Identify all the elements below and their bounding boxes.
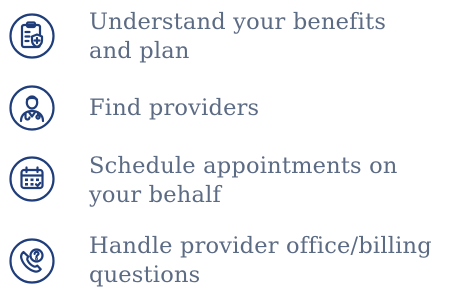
label-line-1: Handle provider office/billing [89,233,432,259]
calendar-icon [8,155,56,203]
label-line-1: Find providers [89,95,260,121]
list-item-label: Handle provider office/billing questions [89,232,449,290]
list-item-label: Understand your benefits and plan [89,8,449,66]
label-line-2: questions [89,262,201,288]
list-item-billing: Handle provider office/billing questions [0,227,449,298]
list-item-providers: Find providers [0,83,449,133]
list-item-schedule: Schedule appointments on your behalf [0,145,449,215]
doctor-icon [8,84,56,132]
label-line-2: your behalf [89,182,222,208]
label-line-1: Schedule appointments on [89,153,398,179]
list-item-benefits: Understand your benefits and plan [0,2,449,72]
label-line-1: Understand your benefits [89,9,387,35]
list-item-label: Schedule appointments on your behalf [89,152,449,210]
phone-question-icon [8,237,56,285]
benefits-list: Understand your benefits and plan Find p… [0,0,449,298]
clipboard-shield-icon [8,12,56,60]
list-item-label: Find providers [89,94,449,123]
label-line-2: and plan [89,38,190,64]
